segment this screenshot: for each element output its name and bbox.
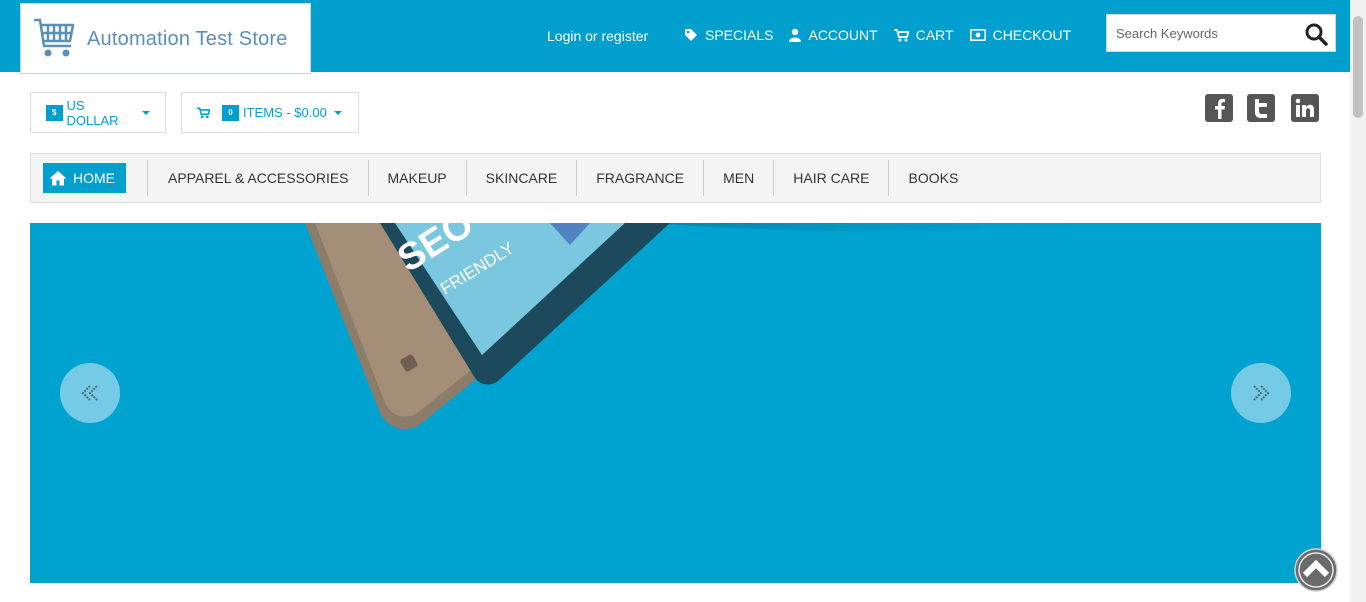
- category-books[interactable]: BOOKS: [888, 160, 977, 196]
- currency-symbol-badge: $: [46, 104, 63, 121]
- nav-cart[interactable]: CART: [893, 27, 954, 43]
- nav-account[interactable]: ACCOUNT: [789, 27, 878, 43]
- category-menu: HOME APPAREL & ACCESSORIES MAKEUP SKINCA…: [30, 153, 1321, 203]
- category-fragrance[interactable]: FRAGRANCE: [576, 160, 703, 196]
- cart-icon: [197, 106, 210, 118]
- category-skincare[interactable]: SKINCARE: [465, 160, 577, 196]
- logo-cart-icon: [34, 18, 75, 57]
- page-scrollbar[interactable]: [1350, 0, 1366, 602]
- nav-checkout[interactable]: CHECKOUT: [969, 27, 1072, 43]
- currency-label: US DOLLAR: [66, 97, 119, 128]
- money-icon: [969, 29, 986, 41]
- nav-specials[interactable]: SPECIALS: [684, 27, 773, 43]
- slider-prev-button[interactable]: [60, 363, 120, 423]
- user-icon: [789, 28, 802, 42]
- nav-cart-label: CART: [915, 27, 954, 43]
- search-box: [1106, 14, 1336, 52]
- banner-slider[interactable]: SEO FRIENDLY: [30, 223, 1321, 583]
- store-logo[interactable]: Automation Test Store: [20, 3, 311, 74]
- double-chevron-left-icon: [81, 385, 98, 401]
- category-list: APPAREL & ACCESSORIES MAKEUP SKINCARE FR…: [147, 160, 977, 196]
- chevron-down-icon: [142, 110, 150, 115]
- tag-icon: [685, 29, 697, 41]
- nav-account-label: ACCOUNT: [808, 27, 878, 43]
- category-hair-care[interactable]: HAIR CARE: [773, 160, 888, 196]
- chevron-down-icon: [333, 110, 342, 115]
- search-input[interactable]: [1107, 15, 1297, 51]
- cart-icon: [893, 28, 909, 41]
- cart-count-badge: 0: [222, 104, 239, 121]
- top-nav: SPECIALS ACCOUNT CART CHECKOUT: [684, 27, 1087, 43]
- banner-image: SEO FRIENDLY: [305, 223, 1150, 430]
- category-makeup[interactable]: MAKEUP: [367, 160, 466, 196]
- logo-text: Automation Test Store: [87, 28, 288, 50]
- login-register-link[interactable]: Login or register: [547, 28, 648, 44]
- cart-dropdown[interactable]: 0 ITEMS - $0.00: [181, 92, 359, 133]
- nav-checkout-label: CHECKOUT: [992, 27, 1072, 43]
- back-to-top-icon[interactable]: [1294, 548, 1338, 592]
- nav-specials-label: SPECIALS: [705, 27, 774, 43]
- slider-next-button[interactable]: [1231, 363, 1291, 423]
- search-icon[interactable]: [1304, 22, 1328, 46]
- currency-dropdown[interactable]: $ US DOLLAR: [30, 92, 166, 133]
- home-menu-item[interactable]: HOME: [43, 163, 126, 193]
- home-icon: [49, 171, 67, 186]
- home-label: HOME: [73, 170, 115, 186]
- cart-summary: ITEMS - $0.00: [243, 105, 327, 120]
- twitter-icon[interactable]: [1247, 94, 1275, 122]
- linkedin-icon[interactable]: [1291, 94, 1319, 122]
- category-apparel-accessories[interactable]: APPAREL & ACCESSORIES: [147, 160, 368, 196]
- facebook-icon[interactable]: [1205, 94, 1233, 122]
- scrollbar-thumb[interactable]: [1353, 16, 1363, 118]
- category-men[interactable]: MEN: [703, 160, 773, 196]
- double-chevron-right-icon: [1253, 385, 1270, 401]
